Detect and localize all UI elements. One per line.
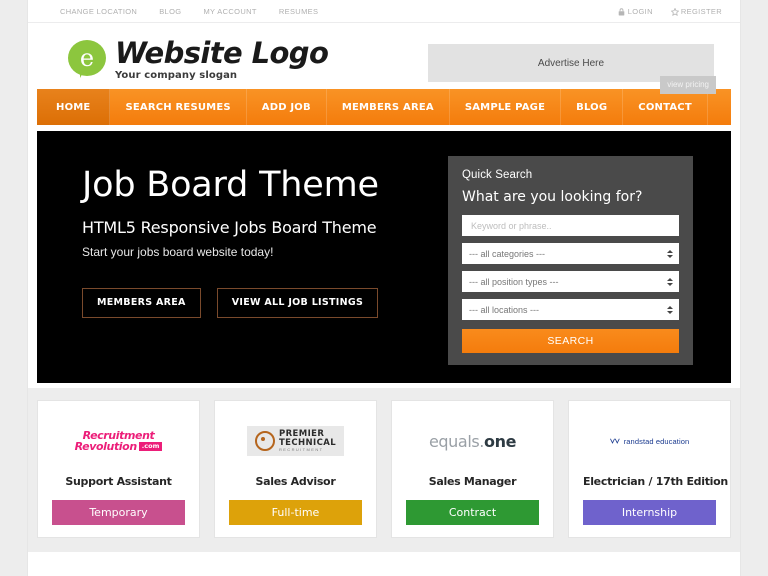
advertisement-slot: Advertise Here view pricing [428,44,716,94]
position-type-select-value: --- all position types --- [469,276,559,287]
hero-headline: Job Board Theme [82,165,379,205]
top-utility-bar: CHANGE LOCATION BLOG MY ACCOUNT RESUMES … [28,0,740,23]
circle-mark-icon [254,431,275,451]
star-icon [670,7,679,16]
nav-item-sample-page[interactable]: SAMPLE PAGE [450,89,562,125]
quick-search-subtitle: What are you looking for? [462,189,643,205]
members-area-button[interactable]: MEMBERS AREA [82,288,201,318]
register-link[interactable]: REGISTER [670,6,722,16]
view-all-job-listings-button[interactable]: VIEW ALL JOB LISTINGS [216,288,379,318]
top-link-change-location[interactable]: CHANGE LOCATION [60,7,137,16]
hero-subheadline: HTML5 Responsive Jobs Board Theme [82,217,377,237]
job-card-list: Recruitment Revolution .com Support Assi… [37,400,731,538]
category-select[interactable]: --- all categories --- [462,243,679,264]
hero-buttons: MEMBERS AREA VIEW ALL JOB LISTINGS [82,288,379,318]
login-label: LOGIN [627,6,653,16]
brand-logo[interactable]: e Website Logo Your company slogan [48,36,329,82]
keyword-input[interactable] [469,219,672,232]
speech-bubble-logo-icon: e [68,40,106,78]
randstad-education-logo: randstad education [583,415,716,467]
chevron-updown-icon [667,249,673,258]
premier-technical-logo: PREMIER TECHNICAL RECRUITMENT [229,415,362,467]
nav-item-blog[interactable]: BLOG [561,89,624,125]
login-link[interactable]: LOGIN [618,7,653,16]
job-card[interactable]: Recruitment Revolution .com Support Assi… [37,400,200,538]
logo-line-2: one [483,431,517,451]
site-header: e Website Logo Your company slogan Adver… [28,23,740,94]
lock-icon [618,7,625,15]
location-select[interactable]: --- all locations --- [462,299,679,320]
search-button[interactable]: SEARCH [462,329,679,353]
advertise-here-label: Advertise Here [537,57,605,69]
site-slogan: Your company slogan [115,70,238,82]
job-card[interactable]: equals.one Sales Manager Contract [391,400,554,538]
nav-item-home[interactable]: HOME [37,89,111,125]
quick-search-panel: Quick Search What are you looking for? -… [448,156,693,365]
chevron-updown-icon [667,305,673,314]
featured-jobs-band: Recruitment Revolution .com Support Assi… [28,388,740,552]
main-navigation: HOME SEARCH RESUMES ADD JOB MEMBERS AREA… [37,89,731,125]
category-select-value: --- all categories --- [469,248,546,259]
nav-item-search-resumes[interactable]: SEARCH RESUMES [110,89,247,125]
register-label: REGISTER [680,6,722,16]
job-title: Sales Manager [428,475,517,488]
job-title: Support Assistant [65,475,172,488]
hero-tagline: Start your jobs board website today! [82,244,274,259]
logo-line-3: RECRUITMENT [278,446,324,452]
recruitment-revolution-logo: Recruitment Revolution .com [52,415,185,467]
top-account-links: LOGIN REGISTER [618,7,730,16]
hero-copy: Job Board Theme HTML5 Responsive Jobs Bo… [82,166,442,259]
job-type-badge[interactable]: Contract [406,500,539,525]
top-link-blog[interactable]: BLOG [159,7,181,16]
position-type-select[interactable]: --- all position types --- [462,271,679,292]
quick-search-title: Quick Search [462,169,533,181]
logo-dotcom-badge: .com [138,442,163,451]
job-card[interactable]: randstad education Electrician / 17th Ed… [568,400,731,538]
logo-line-1: equals. [428,431,484,451]
hero-banner: Job Board Theme HTML5 Responsive Jobs Bo… [37,131,731,383]
job-title: Electrician / 17th Edition [583,475,728,488]
job-type-badge[interactable]: Temporary [52,500,185,525]
top-link-resumes[interactable]: RESUMES [279,7,319,16]
chevron-updown-icon [667,277,673,286]
logo-line-2: Revolution [74,440,138,453]
logo-line-1: randstad education [623,436,690,446]
page-container: CHANGE LOCATION BLOG MY ACCOUNT RESUMES … [28,0,740,576]
site-title: Website Logo [115,36,329,70]
job-type-badge[interactable]: Full-time [229,500,362,525]
keyword-input-wrap [462,215,679,236]
nav-item-add-job[interactable]: ADD JOB [247,89,327,125]
brand-text: Website Logo Your company slogan [115,36,329,82]
randstad-chevron-icon [609,438,620,444]
logo-letter: e [79,44,95,72]
equals-one-logo: equals.one [406,415,539,467]
location-select-value: --- all locations --- [469,304,540,315]
view-pricing-button[interactable]: view pricing [660,76,716,94]
top-link-my-account[interactable]: MY ACCOUNT [203,7,256,16]
job-card[interactable]: PREMIER TECHNICAL RECRUITMENT Sales Advi… [214,400,377,538]
nav-item-members-area[interactable]: MEMBERS AREA [327,89,450,125]
job-type-badge[interactable]: Internship [583,500,716,525]
nav-item-contact[interactable]: CONTACT [623,89,708,125]
top-links: CHANGE LOCATION BLOG MY ACCOUNT RESUMES [60,7,318,16]
job-title: Sales Advisor [255,475,336,488]
